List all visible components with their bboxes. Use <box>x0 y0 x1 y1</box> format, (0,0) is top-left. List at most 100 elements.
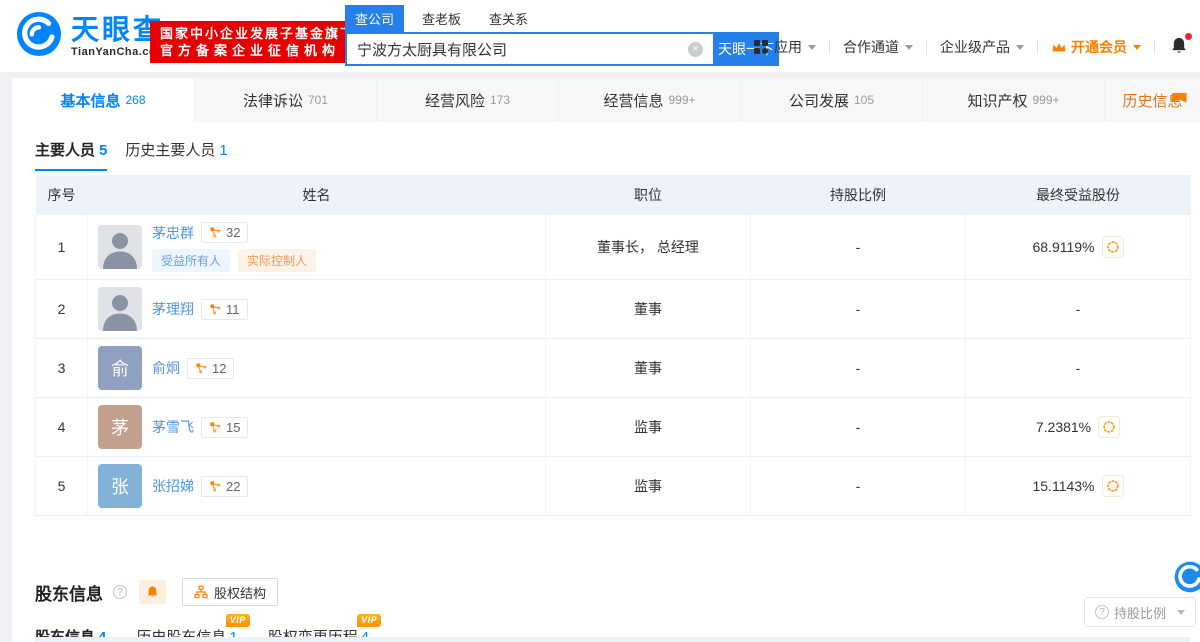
person-photo-avatar[interactable] <box>98 287 142 331</box>
main-tab[interactable]: 基本信息 268 <box>12 78 194 122</box>
shareholder-header: 股东信息 ? 股权结构 <box>35 578 1200 606</box>
table-header-row: 序号 姓名 职位 持股比例 最终受益股份 <box>35 175 1191 215</box>
relations-graph-icon <box>209 226 222 239</box>
floating-logo-button[interactable] <box>1174 561 1200 593</box>
index-cell: 3 <box>35 338 88 398</box>
search-input[interactable] <box>345 32 713 66</box>
person-info: 张招娣 22 <box>152 475 249 497</box>
equity-circle-icon[interactable] <box>1101 236 1124 258</box>
search-type-tab[interactable]: 查老板 <box>412 5 471 32</box>
next-table-header-strip <box>35 637 1190 642</box>
name-cell-td: 茅茅雪飞 15 <box>87 397 546 457</box>
main-tab[interactable]: 知识产权 999+ <box>922 78 1104 122</box>
search-type-tabs: 查公司 查老板 查关系 <box>345 5 779 32</box>
clear-search-icon[interactable]: × <box>688 42 703 57</box>
main-tab[interactable]: 法律诉讼 701 <box>194 78 376 122</box>
table-row: 3 俞俞炯 12 董事 - - <box>35 338 1191 398</box>
person-tag: 实际控制人 <box>238 249 317 272</box>
logo-eye-icon <box>16 11 62 62</box>
col-header-ratio: 持股比例 <box>750 175 966 215</box>
ratio-cell: - <box>750 456 966 516</box>
nav-enterprise-products[interactable]: 企业级产品 <box>940 37 1024 57</box>
relations-graph-icon <box>209 480 222 493</box>
name-cell-td: 张张招娣 22 <box>87 456 546 516</box>
chevron-down-icon <box>1177 609 1185 619</box>
relations-graph-icon <box>209 421 222 434</box>
staff-sub-tab-label: 主要人员 <box>35 142 96 159</box>
benefit-value: 15.1143% <box>1032 478 1095 494</box>
position-cell: 董事长， 总经理 <box>545 215 751 280</box>
help-icon[interactable]: ? <box>113 585 127 599</box>
staff-sub-tab[interactable]: 主要人员 5 <box>35 139 108 171</box>
top-header: 天眼查 TianYanCha.com 国家中小企业发展子基金旗下 官方备案企业征… <box>0 0 1200 72</box>
ratio-cell: - <box>750 338 966 398</box>
col-header-position: 职位 <box>545 175 751 215</box>
main-tab[interactable]: 经营风险 173 <box>376 78 558 122</box>
person-info: 茅理翔 11 <box>152 298 248 320</box>
org-chart-icon <box>194 585 208 599</box>
relations-badge[interactable]: 32 <box>201 222 249 243</box>
person-info: 茅雪飞 15 <box>152 416 249 438</box>
position-cell: 董事 <box>545 338 751 398</box>
person-name-line: 俞炯 12 <box>152 357 235 379</box>
table-row: 1 茅忠群 32 受益所有人 实际控制人 董事长， 总经理 - 68.9119% <box>35 215 1191 280</box>
main-tab-label: 知识产权 <box>967 92 1028 110</box>
staff-table-body: 1 茅忠群 32 受益所有人 实际控制人 董事长， 总经理 -68.9119% 2 茅理翔 11 董… <box>35 215 1191 516</box>
main-tab-label: 基本信息 <box>60 92 121 110</box>
nav-partner-channel[interactable]: 合作通道 <box>843 37 913 57</box>
relations-badge[interactable]: 11 <box>201 298 248 320</box>
relations-badge[interactable]: 12 <box>187 357 235 379</box>
main-tab[interactable]: 公司发展 105 <box>740 78 922 122</box>
subscribe-bell-icon[interactable] <box>139 580 166 604</box>
notification-bell-icon[interactable] <box>1170 33 1192 58</box>
person-name-link[interactable]: 茅忠群 <box>152 223 194 243</box>
notification-dot <box>1185 33 1192 40</box>
index-cell: 1 <box>35 215 88 280</box>
main-tab-label: 经营风险 <box>424 92 485 110</box>
relations-count: 22 <box>226 478 241 494</box>
nav-open-vip[interactable]: 开通会员 <box>1051 37 1141 57</box>
relations-graph-icon <box>195 362 208 375</box>
position-cell: 监事 <box>545 456 751 516</box>
chevron-down-icon <box>1016 45 1024 54</box>
main-tab-count: 173 <box>489 93 511 107</box>
apps-grid-icon <box>754 40 768 54</box>
person-photo-avatar[interactable] <box>98 225 142 269</box>
nav-apps[interactable]: 应用 <box>754 37 816 57</box>
person-name-link[interactable]: 张招娣 <box>152 476 194 496</box>
main-tab[interactable]: 历史信息 <box>1104 78 1200 122</box>
new-ribbon-icon <box>1171 92 1187 103</box>
person-tags: 受益所有人 实际控制人 <box>152 249 317 272</box>
main-tab-count: 105 <box>853 93 875 107</box>
person-letter-avatar[interactable]: 俞 <box>98 346 142 390</box>
position-cell: 董事 <box>545 279 751 339</box>
main-tab-count: 999+ <box>1032 93 1060 107</box>
relations-badge[interactable]: 15 <box>201 416 249 438</box>
equity-structure-button[interactable]: 股权结构 <box>182 578 279 606</box>
equity-circle-icon[interactable] <box>1098 416 1121 438</box>
col-header-name: 姓名 <box>87 175 546 215</box>
shareholder-title: 股东信息 <box>35 584 103 604</box>
search-area: 查公司查老板查关系 × 天眼一下 <box>345 5 779 66</box>
person-name-link[interactable]: 茅理翔 <box>152 299 194 319</box>
main-tab[interactable]: 经营信息 999+ <box>558 78 740 122</box>
person-letter-avatar[interactable]: 茅 <box>98 405 142 449</box>
equity-circle-icon[interactable] <box>1101 475 1124 497</box>
main-tab-count: 999+ <box>668 93 696 107</box>
name-cell-td: 茅忠群 32 受益所有人 实际控制人 <box>87 215 546 280</box>
staff-sub-tab[interactable]: 历史主要人员 1 <box>125 139 227 171</box>
chevron-down-icon <box>1133 45 1141 54</box>
person-name-link[interactable]: 俞炯 <box>152 358 180 378</box>
person-tag: 受益所有人 <box>152 249 231 272</box>
staff-sub-tab-label: 历史主要人员 <box>125 142 216 159</box>
relations-graph-icon <box>209 303 222 316</box>
search-type-tab[interactable]: 查关系 <box>479 5 538 32</box>
col-header-index: 序号 <box>35 175 88 215</box>
tianyancha-logo[interactable]: 天眼查 TianYanCha.com <box>16 11 166 62</box>
ratio-filter-button[interactable]: ? 持股比例 <box>1083 597 1196 627</box>
relations-badge[interactable]: 22 <box>201 475 249 497</box>
search-type-tab[interactable]: 查公司 <box>345 5 405 32</box>
person-letter-avatar[interactable]: 张 <box>98 464 142 508</box>
top-nav: 应用 合作通道 企业级产品 开通会员 <box>754 33 1192 58</box>
person-name-link[interactable]: 茅雪飞 <box>152 417 194 437</box>
